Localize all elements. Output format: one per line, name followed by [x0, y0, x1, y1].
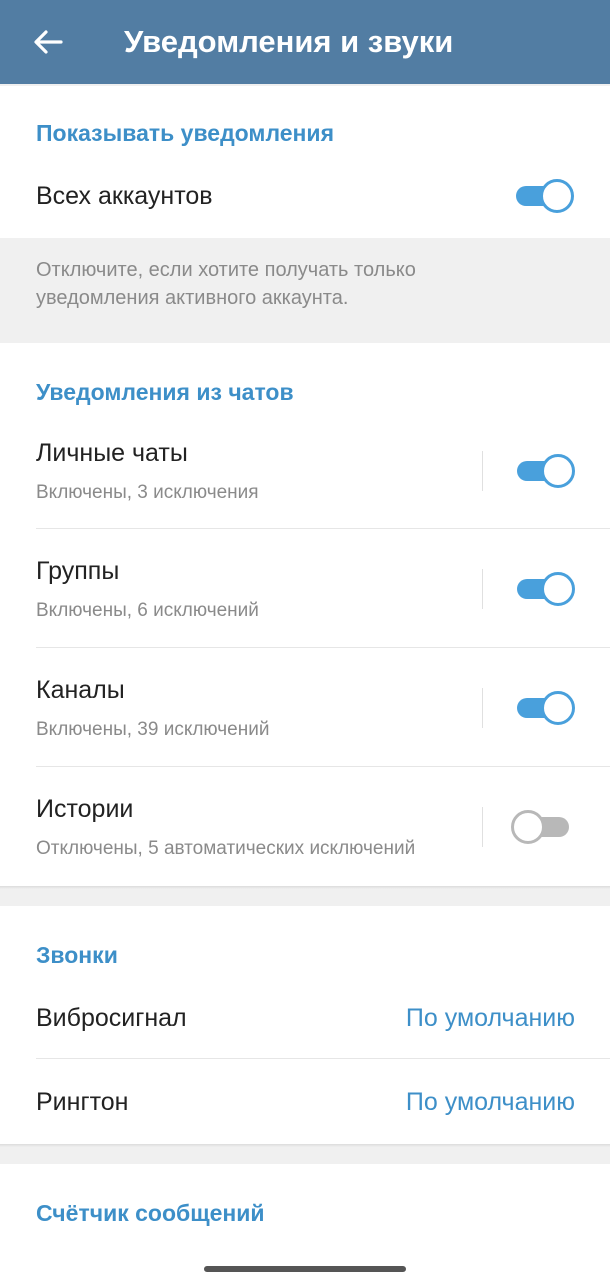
vibration-value: По умолчанию [405, 1004, 575, 1032]
section-badge-counter: Счётчик сообщений [0, 1164, 610, 1280]
section-header: Звонки [36, 942, 118, 968]
row-subtitle: Включены, 3 исключения [36, 482, 259, 503]
ringtone-value: По умолчанию [405, 1088, 575, 1116]
row-subtitle: Включены, 39 исключений [36, 719, 270, 740]
all-accounts-label: Всех аккаунтов [36, 182, 213, 210]
ringtone-row[interactable]: Рингтон По умолчанию [0, 1059, 610, 1144]
section-chat-notifications: Уведомления из чатов Личные чаты Включен… [0, 343, 610, 886]
arrow-left-icon [34, 30, 63, 54]
separator [482, 807, 483, 847]
section-show-notifications: Показывать уведомления Всех аккаунтов [0, 86, 610, 238]
private-chats-row[interactable]: Личные чаты Включены, 3 исключения [0, 411, 610, 529]
stories-row[interactable]: Истории Отключены, 5 автоматических искл… [0, 767, 610, 886]
vibration-row[interactable]: Вибросигнал По умолчанию [0, 976, 610, 1058]
app-bar: Уведомления и звуки [0, 0, 610, 84]
page-title: Уведомления и звуки [124, 24, 454, 59]
row-subtitle: Отключены, 5 автоматических исключений [36, 838, 416, 859]
separator [482, 569, 483, 609]
private-chats-toggle[interactable] [515, 454, 575, 488]
groups-toggle[interactable] [515, 572, 575, 606]
row-title: Группы [36, 557, 120, 585]
all-accounts-toggle[interactable] [514, 179, 574, 213]
all-accounts-hint: Отключите, если хотите получать только у… [36, 259, 416, 309]
row-title: Каналы [36, 676, 125, 704]
row-title: Рингтон [36, 1088, 129, 1116]
channels-row[interactable]: Каналы Включены, 39 исключений [0, 648, 610, 766]
separator [482, 688, 483, 728]
groups-row[interactable]: Группы Включены, 6 исключений [0, 529, 610, 647]
separator [482, 451, 483, 491]
back-button[interactable] [22, 16, 74, 68]
navigation-handle[interactable] [204, 1266, 406, 1272]
row-title: Вибросигнал [36, 1004, 187, 1032]
all-accounts-row[interactable]: Всех аккаунтов [0, 168, 610, 238]
section-header: Счётчик сообщений [36, 1200, 265, 1226]
section-header: Уведомления из чатов [36, 379, 294, 405]
section-shadow [0, 886, 610, 889]
section-shadow [0, 1144, 610, 1147]
row-title: Личные чаты [36, 439, 188, 467]
section-calls: Звонки Вибросигнал По умолчанию Рингтон … [0, 906, 610, 1144]
row-title: Истории [36, 795, 134, 823]
section-header: Показывать уведомления [36, 120, 334, 146]
row-subtitle: Включены, 6 исключений [36, 600, 259, 621]
stories-toggle[interactable] [511, 810, 571, 844]
channels-toggle[interactable] [515, 691, 575, 725]
